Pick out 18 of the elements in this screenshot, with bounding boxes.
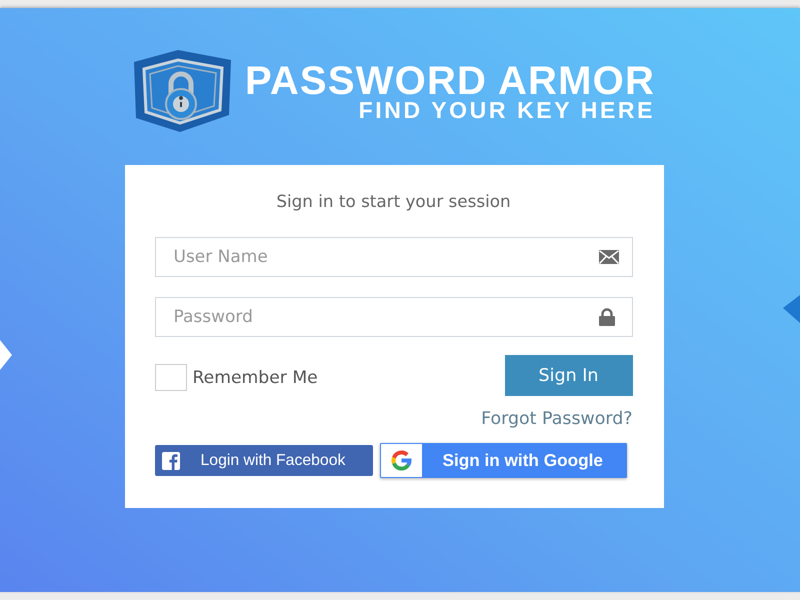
brand-tagline: FIND YOUR KEY HERE — [358, 100, 656, 120]
forgot-password-link[interactable]: Forgot Password? — [481, 409, 632, 429]
padlock-shield-icon — [132, 50, 233, 132]
facebook-login-button[interactable]: Login with Facebook — [154, 445, 372, 476]
login-heading: Sign in to start your session — [276, 191, 511, 211]
envelope-icon — [598, 250, 618, 264]
facebook-logo-icon — [162, 452, 180, 470]
brand-title: PASSWORD ARMOR — [244, 62, 656, 100]
sign-in-button[interactable]: Sign In — [504, 355, 632, 396]
remember-checkbox[interactable] — [154, 364, 186, 391]
remember-label[interactable]: Remember Me — [192, 368, 318, 388]
lock-icon — [598, 308, 616, 326]
password-field[interactable]: Password — [154, 297, 632, 337]
google-sign-in-button[interactable]: Sign in with Google — [380, 443, 626, 478]
google-logo-icon — [380, 443, 422, 478]
arrow-icon — [0, 340, 12, 370]
arrow-icon — [783, 295, 800, 323]
username-field[interactable]: User Name — [154, 237, 632, 277]
